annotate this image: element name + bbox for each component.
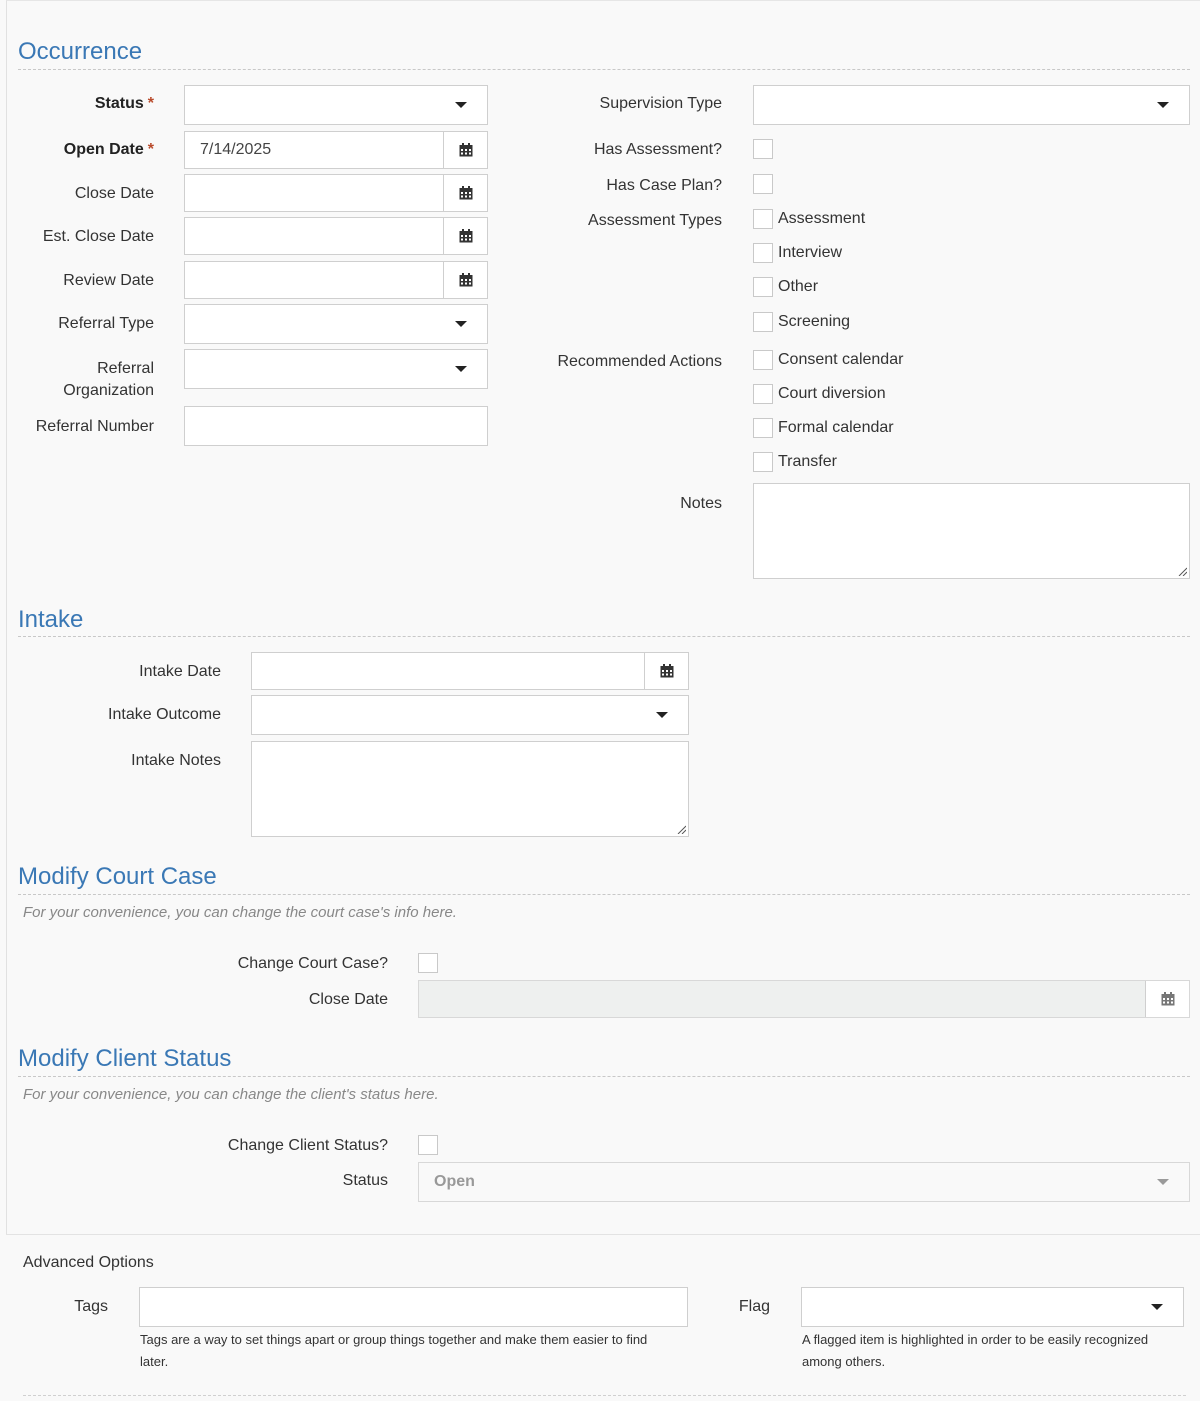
assessment-type-checkbox-interview[interactable] [753, 243, 773, 263]
section-title-intake: Intake [18, 606, 84, 633]
assessment-type-label: Interview [778, 244, 843, 261]
assessment-type-checkbox-assessment[interactable] [753, 209, 773, 229]
recommended-action-label: Consent calendar [778, 351, 904, 368]
close-date-calendar-button[interactable] [443, 175, 487, 211]
has-case-plan-checkbox[interactable] [753, 174, 773, 194]
flag-label: Flag [738, 1298, 770, 1315]
close-date-label: Close Date [74, 185, 154, 202]
chevron-down-icon [455, 321, 467, 327]
review-date-label: Review Date [63, 272, 154, 289]
calendar-icon [459, 229, 473, 243]
chevron-down-icon [1157, 102, 1169, 108]
status-select[interactable] [184, 85, 488, 125]
recommended-action-label: Transfer [778, 453, 837, 470]
assessment-types-label: Assessment Types [588, 212, 722, 229]
notes-textarea[interactable] [753, 483, 1190, 579]
est-close-date-calendar-button[interactable] [443, 218, 487, 254]
intake-outcome-label: Intake Outcome [108, 706, 221, 723]
calendar-icon [459, 143, 473, 157]
client-status-value: Open [434, 1173, 475, 1190]
assessment-type-label: Other [778, 278, 819, 295]
open-date-value: 7/14/2025 [200, 141, 272, 158]
recommended-action-label: Court diversion [778, 385, 886, 402]
calendar-icon [660, 664, 674, 678]
chevron-down-icon [1157, 1179, 1169, 1185]
intake-date-label: Intake Date [139, 663, 221, 680]
assessment-type-label: Assessment [778, 210, 866, 227]
flag-help-text-line-2: among others. [802, 1354, 886, 1369]
chevron-down-icon [455, 102, 467, 108]
open-date-input[interactable]: 7/14/2025 [184, 131, 488, 169]
est-close-date-input[interactable] [184, 217, 488, 255]
section-divider [18, 69, 1190, 70]
recommended-action-checkbox-court-diversion[interactable] [753, 384, 773, 404]
assessment-type-checkbox-other[interactable] [753, 277, 773, 297]
section-title-occurrence: Occurrence [18, 38, 143, 65]
chevron-down-icon [1151, 1304, 1163, 1310]
change-court-case-checkbox[interactable] [418, 953, 438, 973]
court-case-close-date-input [418, 980, 1190, 1018]
referral-organization-label: Referral Organization [63, 360, 154, 399]
intake-notes-label: Intake Notes [131, 752, 221, 769]
client-status-label: Status [342, 1172, 388, 1189]
client-status-select: Open [418, 1162, 1190, 1202]
calendar-icon [459, 273, 473, 287]
court-case-close-date-label: Close Date [308, 991, 388, 1008]
resize-handle-icon[interactable] [676, 824, 686, 834]
court-case-helper-note: For your convenience, you can change the… [23, 904, 457, 921]
referral-number-label: Referral Number [35, 418, 154, 435]
flag-help-text-line-1: A flagged item is highlighted in order t… [802, 1332, 1149, 1347]
recommended-actions-label: Recommended Actions [557, 353, 722, 370]
section-title-modify-court-case: Modify Court Case [18, 863, 217, 890]
chevron-down-icon [656, 712, 668, 718]
supervision-type-select[interactable] [753, 85, 1190, 125]
resize-handle-icon[interactable] [1177, 566, 1187, 576]
status-label: Status * [94, 95, 154, 112]
change-court-case-label: Change Court Case? [237, 955, 388, 972]
recommended-action-checkbox-formal-calendar[interactable] [753, 418, 773, 438]
tags-help-text-line-2: later. [140, 1354, 169, 1369]
notes-label: Notes [680, 495, 722, 512]
recommended-action-label: Formal calendar [778, 419, 894, 436]
section-title-modify-client-status: Modify Client Status [18, 1045, 232, 1072]
intake-notes-textarea[interactable] [251, 741, 689, 837]
est-close-date-label: Est. Close Date [42, 228, 154, 245]
tags-label: Tags [74, 1298, 108, 1315]
flag-select[interactable] [801, 1287, 1184, 1327]
has-assessment-label: Has Assessment? [593, 141, 722, 158]
intake-date-input[interactable] [251, 652, 689, 690]
recommended-action-checkbox-consent-calendar[interactable] [753, 350, 773, 370]
advanced-options-title: Advanced Options [23, 1254, 154, 1271]
supervision-type-label: Supervision Type [599, 95, 722, 112]
change-client-status-label: Change Client Status? [227, 1137, 388, 1154]
section-divider [18, 636, 1190, 637]
tags-input[interactable] [139, 1287, 688, 1327]
calendar-icon [459, 186, 473, 200]
referral-type-label: Referral Type [58, 315, 154, 332]
referral-number-input[interactable] [184, 406, 488, 446]
bottom-divider [23, 1395, 1186, 1396]
intake-outcome-select[interactable] [251, 695, 689, 735]
change-client-status-checkbox[interactable] [418, 1135, 438, 1155]
open-date-calendar-button[interactable] [443, 132, 487, 168]
recommended-action-checkbox-transfer[interactable] [753, 452, 773, 472]
close-date-input[interactable] [184, 174, 488, 212]
open-date-label: Open Date * [63, 141, 154, 158]
assessment-type-label: Screening [778, 313, 851, 330]
has-case-plan-label: Has Case Plan? [606, 177, 722, 194]
chevron-down-icon [455, 366, 467, 372]
has-assessment-checkbox[interactable] [753, 139, 773, 159]
tags-help-text-line-1: Tags are a way to set things apart or gr… [140, 1332, 648, 1347]
assessment-type-checkbox-screening[interactable] [753, 312, 773, 332]
referral-type-select[interactable] [184, 304, 488, 344]
client-status-helper-note: For your convenience, you can change the… [23, 1086, 439, 1103]
section-divider [18, 894, 1190, 895]
section-divider [18, 1076, 1190, 1077]
review-date-calendar-button[interactable] [443, 262, 487, 298]
review-date-input[interactable] [184, 261, 488, 299]
court-case-close-date-calendar-button [1145, 981, 1189, 1017]
calendar-icon [1161, 992, 1175, 1006]
intake-date-calendar-button[interactable] [644, 653, 688, 689]
referral-organization-select[interactable] [184, 349, 488, 389]
